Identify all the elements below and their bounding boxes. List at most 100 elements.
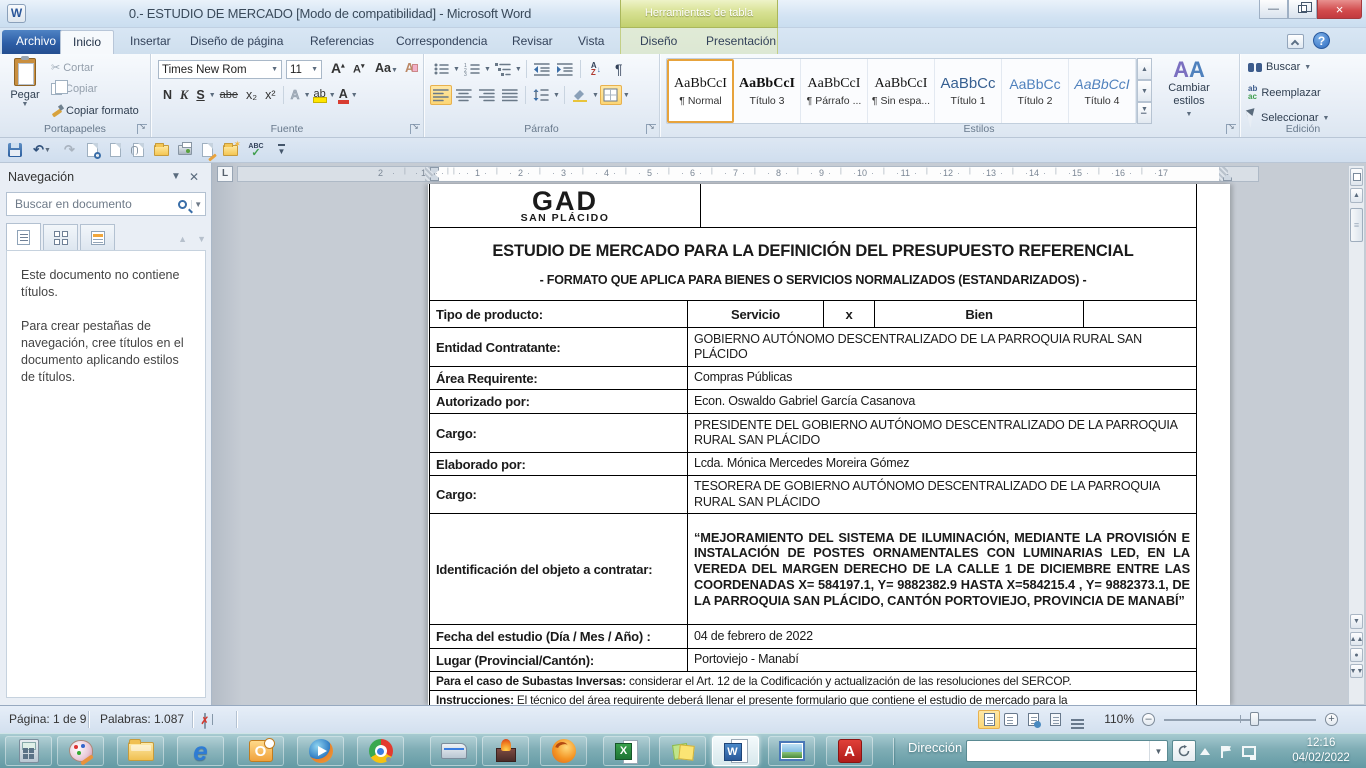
print-preview-button[interactable]: [84, 142, 101, 159]
search-options-dropdown[interactable]: ▼: [191, 200, 206, 209]
numbering-dropdown[interactable]: ▼: [484, 66, 491, 73]
tab-stop-selector[interactable]: L: [217, 166, 233, 182]
document-page[interactable]: GAD SAN PLÁCIDO ESTUDIO DE MERCADO PARA …: [428, 184, 1230, 705]
style-titulo-2[interactable]: AaBbCcTítulo 2: [1002, 59, 1069, 123]
cut-button[interactable]: ✂Cortar: [48, 60, 97, 75]
web-layout-view-button[interactable]: [1022, 710, 1044, 729]
align-left-icon[interactable]: [430, 85, 452, 105]
close-button[interactable]: ×: [1317, 0, 1362, 19]
dialog-launcher-portapapeles[interactable]: [137, 124, 147, 134]
grow-font-button[interactable]: A▴: [327, 59, 349, 77]
email-button[interactable]: [130, 142, 147, 159]
tab-diseno-tabla[interactable]: Diseño: [628, 30, 689, 54]
find-button[interactable]: Buscar▼: [1248, 61, 1311, 73]
zoom-thumb[interactable]: [1250, 712, 1259, 726]
address-go-button[interactable]: [1172, 740, 1196, 762]
tab-correspondencia[interactable]: Correspondencia: [384, 30, 499, 54]
underline-dropdown[interactable]: ▼: [209, 92, 216, 99]
zoom-in-button[interactable]: +: [1325, 713, 1338, 726]
style-titulo-3[interactable]: AaBbCcITítulo 3: [734, 59, 801, 123]
change-case-button[interactable]: Aa▼: [371, 60, 402, 76]
taskbar-photo-viewer[interactable]: [768, 736, 815, 766]
taskbar-paint[interactable]: [57, 736, 104, 766]
tab-diseno-pagina[interactable]: Diseño de página: [178, 30, 295, 54]
shading-dropdown[interactable]: ▼: [592, 92, 599, 99]
style-sin-espaciado[interactable]: AaBbCcI¶ Sin espa...: [868, 59, 935, 123]
borders-dropdown[interactable]: ▼: [623, 92, 630, 99]
font-color-dropdown[interactable]: ▼: [351, 92, 358, 99]
zoom-level[interactable]: 110%: [1104, 712, 1134, 726]
superscript-button[interactable]: x²: [261, 87, 279, 103]
scrollbar-thumb[interactable]: [1350, 208, 1363, 242]
taskbar-scanner[interactable]: [430, 736, 477, 766]
gallery-more-button[interactable]: ▼▔: [1137, 102, 1152, 124]
italic-button[interactable]: K: [176, 87, 192, 104]
previous-page-button[interactable]: ▲▲: [1350, 632, 1363, 646]
line-spacing-dropdown[interactable]: ▼: [553, 92, 560, 99]
browse-results-tab[interactable]: [80, 224, 115, 250]
dialog-launcher-estilos[interactable]: [1226, 124, 1236, 134]
borders-icon[interactable]: [600, 85, 622, 105]
align-right-icon[interactable]: [476, 85, 498, 105]
help-button[interactable]: ?: [1313, 32, 1330, 49]
tab-presentacion[interactable]: Presentación: [694, 30, 788, 54]
outline-view-button[interactable]: [1044, 710, 1066, 729]
dialog-launcher-parrafo[interactable]: [646, 124, 656, 134]
collapse-ribbon-button[interactable]: [1287, 34, 1304, 49]
gallery-scroll-up[interactable]: ▲: [1137, 58, 1152, 80]
taskbar-internet-explorer[interactable]: e: [177, 736, 224, 766]
bullets-icon[interactable]: [430, 59, 452, 79]
scroll-down-button[interactable]: ▼: [1350, 614, 1363, 629]
font-size-select[interactable]: 11▼: [286, 60, 322, 79]
browse-headings-tab[interactable]: [6, 223, 41, 250]
edit-document-button[interactable]: [199, 142, 216, 159]
taskbar-sticky-notes[interactable]: [659, 736, 706, 766]
next-result-button[interactable]: ▼: [197, 234, 206, 244]
full-screen-reading-button[interactable]: [1000, 710, 1022, 729]
previous-result-button[interactable]: ▲: [178, 234, 187, 244]
line-spacing-icon[interactable]: [530, 85, 552, 105]
network-icon[interactable]: [1242, 746, 1256, 757]
paste-button[interactable]: Pegar ▼: [5, 58, 45, 132]
tab-insertar[interactable]: Insertar: [118, 30, 183, 54]
proofing-status-button[interactable]: [204, 714, 206, 728]
navigation-pane-close-button[interactable]: ✕: [185, 169, 203, 185]
replace-button[interactable]: abac Reemplazar: [1248, 85, 1321, 101]
sort-icon[interactable]: AZ↓: [585, 59, 607, 79]
style-parrafo[interactable]: AaBbCcI¶ Párrafo ...: [801, 59, 868, 123]
horizontal-ruler[interactable]: ·|·1·|·2·|·3·|·4·|·5·|·6·|·7·|·8·|·9·|·1…: [237, 166, 1259, 182]
change-styles-button[interactable]: AA Cambiar estilos ▼: [1158, 58, 1220, 132]
dialog-launcher-fuente[interactable]: [410, 124, 420, 134]
undo-button[interactable]: ↶▼: [29, 142, 55, 159]
redo-button[interactable]: ↷: [61, 142, 78, 159]
action-center-flag-icon[interactable]: [1221, 746, 1231, 758]
scroll-up-button[interactable]: ▲: [1350, 188, 1363, 203]
taskbar-outlook[interactable]: O: [237, 736, 284, 766]
browse-pages-tab[interactable]: [43, 224, 78, 250]
format-painter-button[interactable]: Copiar formato: [48, 104, 142, 118]
taskbar-excel[interactable]: [603, 736, 650, 766]
address-input[interactable]: [967, 744, 1149, 758]
qat-customize-button[interactable]: ▼: [273, 142, 290, 159]
taskbar-nero[interactable]: [482, 736, 529, 766]
taskbar-media-player[interactable]: [297, 736, 344, 766]
tab-revisar[interactable]: Revisar: [500, 30, 565, 54]
print-layout-view-button[interactable]: [978, 710, 1000, 729]
taskbar-calculator[interactable]: [5, 736, 52, 766]
save-button[interactable]: [6, 142, 23, 159]
taskbar-red-a-app[interactable]: A: [826, 736, 873, 766]
font-family-select[interactable]: Times New Rom▼: [158, 60, 282, 79]
justify-icon[interactable]: [499, 85, 521, 105]
page-indicator[interactable]: Página: 1 de 9: [9, 712, 86, 726]
search-icon[interactable]: [178, 200, 187, 209]
underline-button[interactable]: S: [192, 87, 208, 103]
taskbar-chrome[interactable]: [357, 736, 404, 766]
ruler-toggle-button[interactable]: [1350, 168, 1363, 186]
tab-referencias[interactable]: Referencias: [298, 30, 386, 54]
new-document-button[interactable]: [107, 142, 124, 159]
highlight-dropdown[interactable]: ▼: [329, 92, 336, 99]
copy-button[interactable]: Copiar: [48, 82, 100, 96]
subscript-button[interactable]: x₂: [242, 87, 261, 103]
quick-print-button[interactable]: [176, 142, 193, 159]
multilevel-dropdown[interactable]: ▼: [515, 66, 522, 73]
